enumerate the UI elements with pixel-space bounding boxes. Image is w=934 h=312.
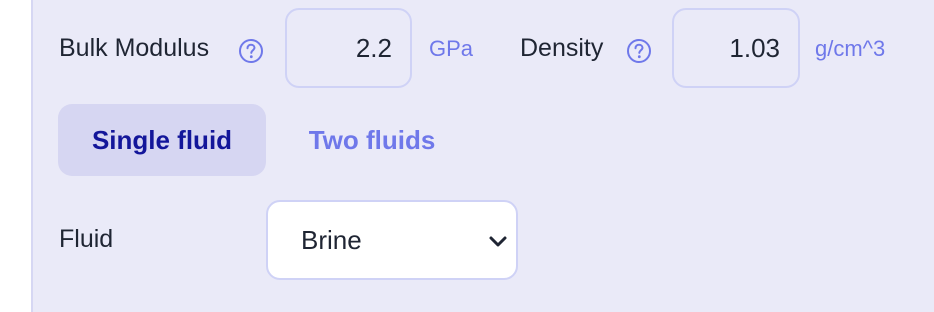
fluid-select[interactable]: Brine <box>266 200 518 280</box>
density-input[interactable]: 1.03 <box>672 8 800 88</box>
bulk-modulus-input[interactable]: 2.2 <box>285 8 412 88</box>
help-icon[interactable] <box>238 38 264 64</box>
fluid-properties-panel: Bulk Modulus 2.2 GPa Density 1.03 g/cm^3… <box>31 0 934 312</box>
bulk-modulus-unit: GPa <box>429 36 474 61</box>
density-unit: g/cm^3 <box>815 36 886 61</box>
tab-two-fluids[interactable]: Two fluids <box>282 104 462 176</box>
tab-single-fluid[interactable]: Single fluid <box>58 104 266 176</box>
help-icon[interactable] <box>626 38 652 64</box>
fluid-select-value: Brine <box>301 224 362 255</box>
density-label: Density <box>520 34 604 62</box>
bulk-modulus-label: Bulk Modulus <box>59 34 210 62</box>
chevron-down-icon <box>489 236 507 247</box>
fluid-label: Fluid <box>59 225 114 253</box>
